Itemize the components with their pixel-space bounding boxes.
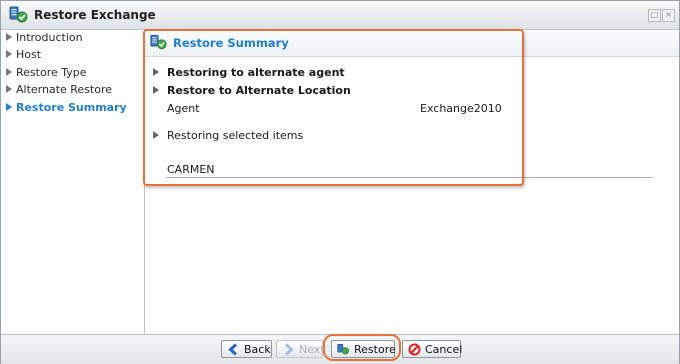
sidebar-item-label: Alternate Restore: [16, 83, 113, 96]
wizard-footer: Back Next Restore Cancel: [1, 334, 679, 364]
agent-label: Agent: [167, 102, 200, 115]
sidebar-item-label: Introduction: [16, 31, 83, 44]
selected-item-name: CARMEN: [167, 163, 215, 176]
sidebar-item-restore-summary[interactable]: Restore Summary: [6, 100, 127, 116]
back-button[interactable]: Back: [221, 340, 272, 358]
next-button[interactable]: Next: [276, 340, 325, 358]
sidebar-item-introduction[interactable]: Introduction: [6, 30, 83, 46]
exchange-restore-icon: [150, 34, 167, 50]
summary-header: Restore Summary: [145, 30, 679, 57]
cancel-icon: [408, 343, 421, 356]
arrow-right-icon: [6, 50, 12, 58]
sidebar-item-host[interactable]: Host: [6, 47, 41, 63]
title-bar: Restore Exchange □ ×: [1, 1, 679, 30]
exchange-restore-icon: [9, 6, 28, 23]
close-icon[interactable]: ×: [662, 9, 675, 22]
item-divider: [166, 177, 653, 178]
sidebar-item-alternate-restore[interactable]: Alternate Restore: [6, 82, 112, 98]
restore-exchange-dialog: Restore Exchange □ × Introduction Host R…: [0, 0, 680, 364]
summary-title: Restore Summary: [173, 36, 289, 50]
arrow-right-icon: [6, 103, 12, 111]
selected-items-text: Restoring selected items: [167, 129, 304, 142]
back-arrow-icon: [228, 343, 238, 356]
expand-arrow-icon: [153, 68, 159, 76]
sidebar-item-label: Restore Summary: [16, 101, 127, 114]
window-title: Restore Exchange: [34, 8, 156, 22]
agent-value: Exchange2010: [420, 102, 502, 115]
restore-button[interactable]: Restore: [331, 340, 396, 358]
restoring-agent-text: Restoring to alternate agent: [167, 66, 345, 79]
arrow-right-icon: [6, 68, 12, 76]
arrow-right-icon: [6, 33, 12, 41]
restore-location-row[interactable]: Restore to Alternate Location: [153, 84, 351, 97]
expand-arrow-icon: [153, 131, 159, 139]
exchange-restore-icon: [337, 343, 350, 355]
sidebar-item-restore-type[interactable]: Restore Type: [6, 65, 87, 81]
sidebar-item-label: Host: [16, 48, 42, 61]
next-arrow-icon: [284, 343, 294, 356]
restoring-agent-row[interactable]: Restoring to alternate agent: [153, 66, 345, 79]
summary-panel: Restore Summary Restoring to alternate a…: [145, 30, 679, 334]
arrow-right-icon: [6, 85, 12, 93]
expand-arrow-icon: [153, 86, 159, 94]
restore-location-text: Restore to Alternate Location: [167, 84, 351, 97]
sidebar-item-label: Restore Type: [16, 66, 87, 79]
selected-items-row[interactable]: Restoring selected items: [153, 129, 303, 142]
cancel-button[interactable]: Cancel: [402, 340, 462, 358]
wizard-steps-sidebar: Introduction Host Restore Type Alternate…: [1, 30, 145, 334]
maximize-icon[interactable]: □: [648, 9, 661, 22]
